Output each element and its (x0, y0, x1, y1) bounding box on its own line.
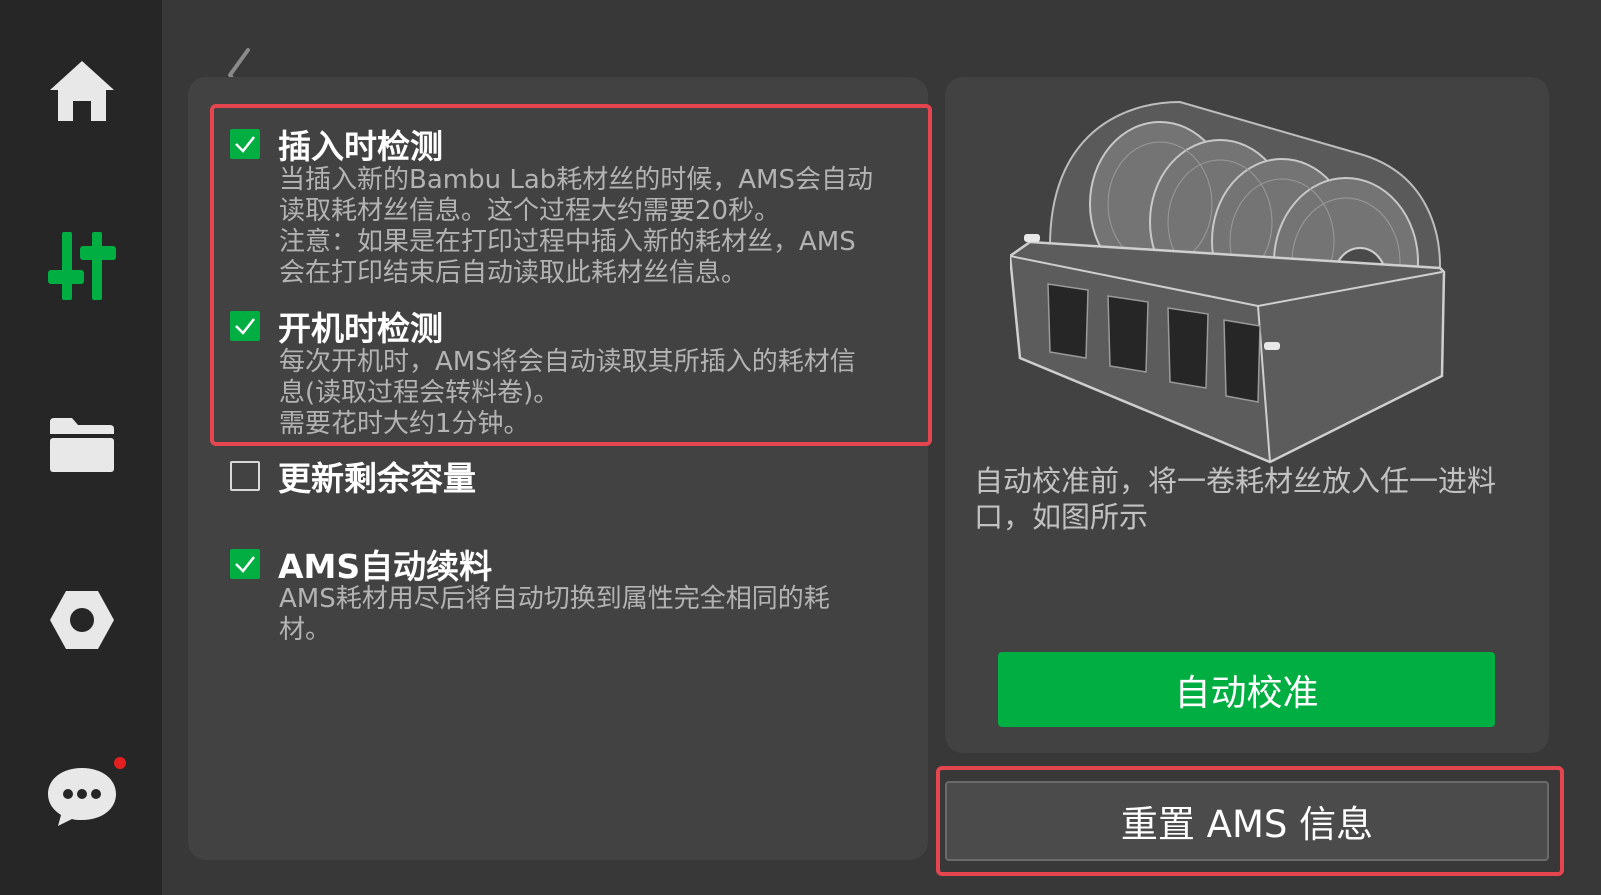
checkbox-unchecked[interactable] (230, 461, 260, 491)
checkmark-icon (235, 318, 255, 335)
option-update-remaining[interactable]: 更新剩余容量 (230, 452, 476, 500)
option-title: 开机时检测 (278, 309, 443, 348)
checkbox-checked[interactable] (230, 549, 260, 579)
settings-hexagon-icon (50, 591, 114, 649)
control-sliders-icon (48, 232, 116, 300)
nav-home[interactable] (44, 53, 120, 129)
option-insert-detect[interactable]: 插入时检测 (230, 120, 443, 168)
desc-line: 注意：如果是在打印过程中插入新的耗材丝，AMS (279, 227, 856, 257)
option-title: 插入时检测 (278, 127, 443, 166)
hint-line: 口，如图所示 (974, 500, 1149, 534)
message-icon (48, 768, 116, 826)
desc-line: 读取耗材丝信息。这个过程大约需要20秒。 (279, 196, 781, 226)
nav-messages[interactable] (44, 758, 120, 834)
option-description: 每次开机时，AMS将会自动读取其所插入的耗材信 息(读取过程会转料卷)。 需要花… (279, 347, 909, 440)
checkmark-icon (235, 556, 255, 573)
desc-line: 每次开机时，AMS将会自动读取其所插入的耗材信 (279, 347, 856, 377)
option-description: 当插入新的Bambu Lab耗材丝的时候，AMS会自动 读取耗材丝信息。这个过程… (279, 165, 909, 289)
desc-line: 需要花时大约1分钟。 (279, 409, 530, 439)
option-startup-detect[interactable]: 开机时检测 (230, 302, 443, 350)
notification-dot (114, 757, 126, 769)
checkbox-checked[interactable] (230, 311, 260, 341)
desc-line: 材。 (279, 615, 332, 645)
option-auto-refill[interactable]: AMS自动续料 (230, 540, 492, 588)
nav-settings[interactable] (44, 582, 120, 658)
desc-line: 当插入新的Bambu Lab耗材丝的时候，AMS会自动 (279, 165, 873, 195)
reset-ams-info-button[interactable]: 重置 AMS 信息 (945, 781, 1549, 861)
option-title: 更新剩余容量 (278, 459, 476, 498)
auto-calibrate-button[interactable]: 自动校准 (998, 652, 1495, 727)
hint-line: 自动校准前，将一卷耗材丝放入任一进料 (974, 464, 1497, 498)
folder-icon (50, 418, 114, 472)
desc-line: 息(读取过程会转料卷)。 (279, 378, 560, 408)
nav-files[interactable] (44, 407, 120, 483)
sidebar (0, 0, 162, 895)
ams-unit-illustration (1010, 100, 1446, 464)
option-description: AMS耗材用尽后将自动切换到属性完全相同的耗 材。 (279, 584, 909, 646)
calibration-hint: 自动校准前，将一卷耗材丝放入任一进料 口，如图所示 (974, 463, 1534, 535)
home-icon (50, 61, 114, 121)
option-title: AMS自动续料 (278, 547, 493, 586)
desc-line: 会在打印结束后自动读取此耗材丝信息。 (279, 258, 748, 288)
desc-line: AMS耗材用尽后将自动切换到属性完全相同的耗 (279, 584, 830, 614)
nav-control[interactable] (44, 228, 120, 304)
checkbox-checked[interactable] (230, 129, 260, 159)
checkmark-icon (235, 136, 255, 153)
